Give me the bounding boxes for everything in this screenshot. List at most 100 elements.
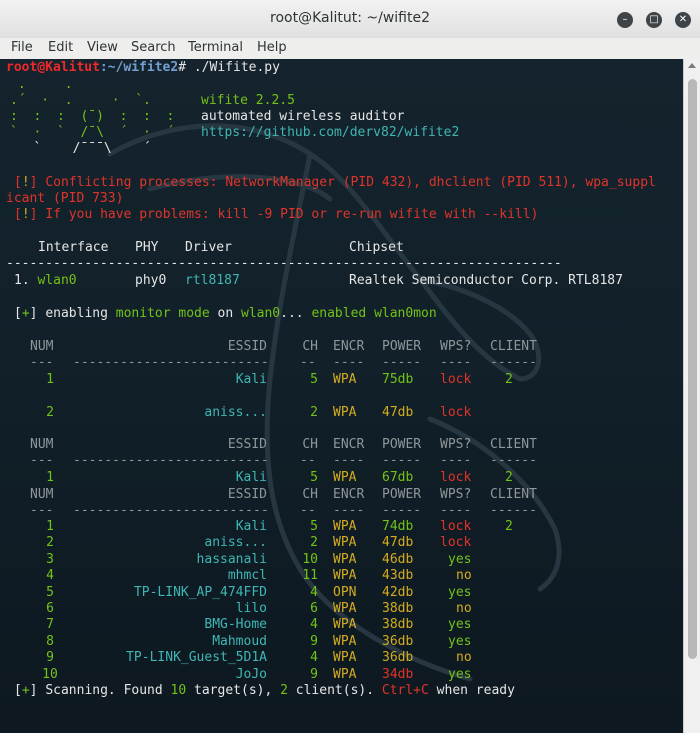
scan2-row-1-num: 1	[46, 470, 54, 485]
iface-phy: phy0	[135, 273, 167, 288]
banner-title: wifite 2.2.5	[201, 93, 295, 108]
scan3-row-2-wps: lock	[440, 535, 472, 551]
table-rule-1-6: ------	[490, 355, 537, 370]
scan3-row-10-power: 34db	[382, 666, 414, 682]
iface-header-driver: Driver	[185, 240, 232, 255]
table-rule-1-3: ----	[333, 355, 365, 370]
scan3-row-7-ch: 4	[310, 617, 318, 633]
scan3-row-6-ch: 6	[310, 601, 318, 616]
scan3-row-2-encr: WPA	[333, 535, 357, 551]
scan1-row-1-wps: lock	[440, 372, 472, 387]
scan3-row-10-wps: yes	[448, 666, 472, 682]
minimize-icon[interactable]: –	[617, 12, 633, 28]
table-rule-1-1: -------------------------	[73, 355, 269, 370]
table-header-3-4: POWER	[382, 487, 422, 502]
scan3-row-8-essid: Mahmoud	[212, 633, 267, 649]
scan3-row-10-essid: JoJo	[235, 666, 267, 682]
scan3-row-4-ch: 11	[302, 568, 318, 584]
banner-desc: automated wireless auditor	[201, 109, 405, 124]
table-header-1-3: ENCR	[333, 339, 365, 354]
scan1-row-2-num: 2	[46, 405, 54, 420]
table-rule-3-3: ----	[333, 503, 365, 518]
scan3-row-8-num: 8	[46, 633, 54, 649]
scroll-up-icon[interactable]	[688, 63, 696, 68]
menu-search[interactable]: Search	[131, 40, 176, 55]
table-rule-3-0: ---	[30, 503, 54, 518]
scan1-row-1-power: 75db	[382, 372, 414, 387]
scan3-row-1-client: 2	[505, 519, 513, 534]
scan3-row-9-power: 36db	[382, 650, 414, 666]
table-rule-3-4: -----	[382, 503, 422, 518]
scan3-row-8-ch: 9	[310, 633, 318, 649]
scan1-row-2-wps: lock	[440, 405, 472, 420]
scan1-row-1-num: 1	[46, 372, 54, 387]
scan3-row-9-wps: no	[456, 650, 472, 666]
scan3-row-8-power: 36db	[382, 633, 414, 649]
close-icon[interactable]: ✕	[675, 12, 691, 28]
title-bar[interactable]: root@Kalitut: ~/wifite2 – □ ✕	[0, 0, 700, 39]
scan1-row-2-encr: WPA	[333, 405, 357, 420]
table-rule-2-3: ----	[333, 453, 365, 468]
scan2-row-1-ch: 5	[310, 470, 318, 485]
scan3-row-1-power: 74db	[382, 519, 414, 534]
table-rule-3-6: ------	[490, 503, 537, 518]
table-rule-2-5: ----	[440, 453, 472, 468]
table-rule-2-1: -------------------------	[73, 453, 269, 468]
maximize-icon[interactable]: □	[646, 12, 662, 28]
menu-edit[interactable]: Edit	[48, 40, 73, 55]
warning-line-1-wrap: icant (PID 733)	[6, 191, 124, 206]
scan3-row-1-num: 1	[46, 519, 54, 534]
banner-url[interactable]: https://github.com/derv82/wifite2	[201, 125, 459, 141]
status-line: [+] Scanning. Found 10 target(s), 2 clie…	[14, 683, 515, 698]
table-header-1-0: NUM	[30, 339, 54, 354]
scrollbar-thumb[interactable]	[688, 79, 697, 659]
table-header-2-2: CH	[302, 437, 318, 452]
scan3-row-10-ch: 9	[310, 666, 318, 682]
menu-bar: File Edit View Search Terminal Help	[0, 38, 700, 60]
scan3-row-5-essid: TP-LINK_AP_474FFD	[133, 584, 267, 600]
table-header-3-3: ENCR	[333, 487, 365, 502]
menu-view[interactable]: View	[87, 40, 118, 55]
scan1-row-1-encr: WPA	[333, 372, 357, 387]
scan3-row-3-ch: 10	[302, 551, 318, 567]
scan2-row-1-essid: Kali	[235, 470, 267, 485]
scan1-row-2-power: 47db	[382, 405, 414, 420]
scan1-row-2-essid: aniss...	[204, 405, 267, 420]
menu-help[interactable]: Help	[257, 40, 287, 55]
scan3-row-4-wps: no	[456, 568, 472, 584]
scan3-row-3-wps: yes	[448, 551, 472, 567]
scrollbar[interactable]	[683, 59, 700, 733]
scan3-row-1-ch: 5	[310, 519, 318, 534]
table-header-1-4: POWER	[382, 339, 422, 354]
scan3-row-5-power: 42db	[382, 584, 414, 600]
scan3-row-2-power: 47db	[382, 535, 414, 551]
scan3-row-2-ch: 2	[310, 535, 318, 551]
iface-header-interface: Interface	[38, 240, 109, 255]
scan3-row-7-essid: BMG-Home	[204, 617, 267, 633]
scan3-row-10-num: 10	[42, 666, 58, 682]
scan3-row-8-encr: WPA	[333, 633, 357, 649]
table-rule-1-4: -----	[382, 355, 422, 370]
scan3-row-5-encr: OPN	[333, 584, 357, 600]
scan3-row-9-essid: TP-LINK_Guest_5D1A	[126, 650, 267, 666]
monitor-line: [+] enabling monitor mode on wlan0... en…	[14, 306, 437, 321]
table-header-1-6: CLIENT	[490, 339, 537, 354]
table-header-3-2: CH	[302, 487, 318, 502]
terminal-output[interactable]: root@Kalitut:~/wifite2# ./Wifite.py . . …	[0, 59, 683, 733]
warning-line-1: [!] Conflicting processes: NetworkManage…	[14, 175, 656, 190]
scan3-row-7-wps: yes	[448, 617, 472, 633]
iface-rule: ----------------------------------------…	[6, 256, 562, 271]
scan3-row-7-power: 38db	[382, 617, 414, 633]
terminal-window: root@Kalitut: ~/wifite2 – □ ✕ File Edit …	[0, 0, 700, 733]
menu-file[interactable]: File	[11, 40, 33, 55]
table-rule-1-2: --	[300, 355, 316, 370]
table-header-2-3: ENCR	[333, 437, 365, 452]
table-rule-3-5: ----	[440, 503, 472, 518]
table-rule-1-5: ----	[440, 355, 472, 370]
iface-driver: rtl8187	[185, 273, 240, 288]
banner-art-3: : : : (¯) : : :	[10, 109, 175, 124]
menu-terminal[interactable]: Terminal	[188, 40, 243, 55]
iface-row: 1. wlan0	[14, 273, 77, 288]
scan2-row-1-encr: WPA	[333, 470, 357, 485]
scan3-row-2-num: 2	[46, 535, 54, 551]
